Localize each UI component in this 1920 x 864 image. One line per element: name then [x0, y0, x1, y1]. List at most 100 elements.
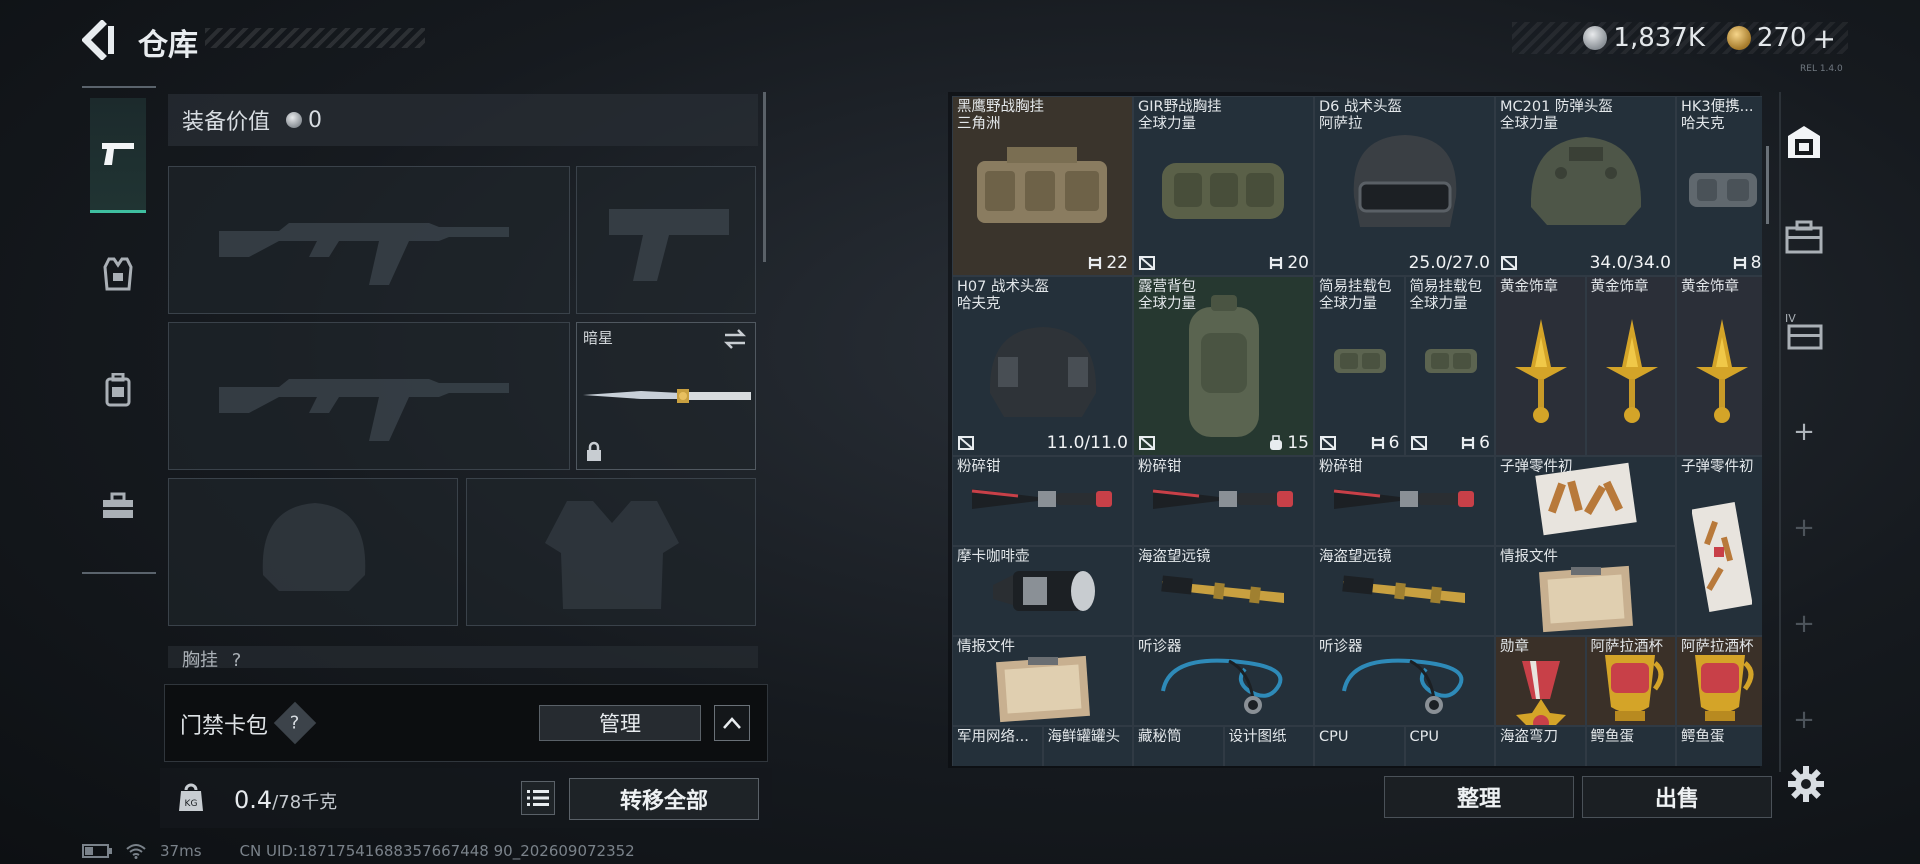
stash-item[interactable]: D6 战术头盔 阿萨拉 25.0/27.0: [1314, 96, 1495, 276]
loadout-scrollbar[interactable]: [763, 92, 766, 262]
item-stat: 6: [1371, 433, 1400, 453]
item-faction: 阿萨拉: [1319, 116, 1363, 132]
list-view-button[interactable]: [521, 781, 555, 815]
sort-button[interactable]: 整理: [1384, 776, 1574, 818]
tab-armor[interactable]: [90, 218, 146, 330]
chest-rig-help: ?: [231, 650, 242, 668]
item-faction: 全球力量: [1138, 296, 1196, 312]
stash-item[interactable]: 藏秘筒: [1133, 726, 1224, 766]
tab-case[interactable]: [1776, 206, 1832, 266]
stash-item[interactable]: 粉碎钳: [952, 456, 1133, 546]
transfer-all-button[interactable]: 转移全部: [569, 778, 759, 820]
item-stat: 6: [1461, 433, 1490, 453]
item-name: CPU: [1409, 729, 1439, 745]
equipment-value-bar: 装备价值 0: [168, 94, 758, 146]
expand-button[interactable]: [714, 705, 750, 741]
stash-item[interactable]: 子弹零件初: [1676, 456, 1762, 636]
stash-item[interactable]: 情报文件: [1495, 546, 1676, 636]
body-armor-slot[interactable]: [466, 478, 756, 626]
item-faction: 全球力量: [1319, 296, 1377, 312]
primary-weapon-slot[interactable]: [168, 166, 570, 314]
helmet-slot[interactable]: [168, 478, 458, 626]
stash-item[interactable]: 粉碎钳: [1314, 456, 1495, 546]
item-name: 听诊器: [1138, 639, 1182, 655]
tab-weapons[interactable]: [90, 98, 146, 213]
stash-item[interactable]: 听诊器: [1314, 636, 1495, 726]
stash-item[interactable]: 勋章: [1495, 636, 1586, 726]
stash-item[interactable]: 海鲜罐罐头: [1042, 726, 1133, 766]
tab-backpack[interactable]: [90, 334, 146, 446]
melee-slot[interactable]: 暗星: [576, 322, 756, 470]
add-currency-icon[interactable]: +: [1813, 22, 1836, 55]
item-stat-value: 6: [1388, 433, 1400, 453]
add-slot-plus-icon-3[interactable]: +: [1776, 594, 1832, 654]
item-name: 藏秘筒: [1138, 729, 1182, 745]
equip-value: 0: [308, 107, 323, 133]
item-name: D6 战术头盔: [1319, 99, 1402, 115]
mokapot-image: [983, 555, 1103, 629]
manage-button[interactable]: 管理: [539, 705, 701, 741]
stash-item[interactable]: HK3便携... 哈夫克 8: [1676, 96, 1762, 276]
stash-item[interactable]: H07 战术头盔 哈夫克 11.0/11.0: [952, 276, 1133, 456]
stash-item[interactable]: 简易挂载包 全球力量 6: [1404, 276, 1495, 456]
add-slot-plus-icon-2[interactable]: +: [1776, 498, 1832, 558]
silver-currency[interactable]: 1,837K: [1583, 23, 1705, 53]
stash-item[interactable]: 露营背包 全球力量 15: [1133, 276, 1314, 456]
vest-silhouette-icon: [545, 501, 679, 609]
item-stat: 34.0/34.0: [1590, 253, 1671, 273]
stash-item[interactable]: 鳄鱼蛋: [1585, 726, 1676, 766]
stash-item[interactable]: 设计图纸: [1223, 726, 1314, 766]
settings-gear-icon[interactable]: [1786, 764, 1826, 804]
stash-item[interactable]: 军用网络...: [952, 726, 1043, 766]
tab-iv-case[interactable]: IV: [1776, 300, 1832, 360]
pistol-slot[interactable]: [576, 166, 756, 314]
stash-item[interactable]: 黄金饰章: [1495, 276, 1586, 456]
tab-safe-box[interactable]: [1776, 112, 1832, 172]
stash-item[interactable]: 黄金饰章: [1585, 276, 1676, 456]
gold-currency[interactable]: 270 +: [1726, 22, 1836, 55]
cup-image: [1597, 647, 1667, 725]
chest-rig-slot[interactable]: 胸挂 ?: [168, 646, 758, 668]
back-arrow-icon[interactable]: [82, 20, 116, 60]
stash-item[interactable]: 摩卡咖啡壶: [952, 546, 1133, 636]
secondary-weapon-slot[interactable]: [168, 322, 570, 470]
toolbox-icon: [103, 492, 133, 518]
item-name: 黄金饰章: [1500, 279, 1558, 295]
armor-vest-icon: [103, 257, 133, 291]
stash-item[interactable]: 海盗望远镜: [1314, 546, 1495, 636]
stash-item[interactable]: 阿萨拉酒杯: [1585, 636, 1676, 726]
item-name: 子弹零件初: [1681, 459, 1754, 475]
stash-item[interactable]: 粉碎钳: [1133, 456, 1314, 546]
item-name: 黄金饰章: [1681, 279, 1739, 295]
stash-item[interactable]: 简易挂载包 全球力量 6: [1314, 276, 1405, 456]
rig-small-image: [1683, 157, 1762, 221]
help-glyph: ?: [290, 712, 300, 734]
item-faction: 全球力量: [1500, 116, 1558, 132]
case-icon: [1785, 220, 1823, 254]
medal-gold-image: [1511, 317, 1571, 431]
stash-item[interactable]: 黄金饰章: [1676, 276, 1762, 456]
stash-item[interactable]: 情报文件: [952, 636, 1133, 726]
stash-item[interactable]: 听诊器: [1133, 636, 1314, 726]
stash-item[interactable]: MC201 防弹头盔 全球力量 34.0/34.0: [1495, 96, 1676, 276]
sell-button[interactable]: 出售: [1582, 776, 1772, 818]
item-name: 海盗望远镜: [1138, 549, 1211, 565]
stash-item[interactable]: 黑鹰野战胸挂 三角洲 22: [952, 96, 1133, 276]
svg-text:IV: IV: [1785, 312, 1796, 325]
stash-item[interactable]: CPU: [1314, 726, 1405, 766]
stash-item[interactable]: 海盗弯刀: [1495, 726, 1586, 766]
stash-scrollbar[interactable]: [1766, 146, 1769, 224]
battery-icon: [82, 844, 112, 858]
stash-item[interactable]: 鳄鱼蛋: [1676, 726, 1762, 766]
stash-item[interactable]: 海盗望远镜: [1133, 546, 1314, 636]
add-slot-plus-icon-4[interactable]: +: [1776, 690, 1832, 750]
stash-item[interactable]: CPU: [1404, 726, 1495, 766]
add-slot-plus-icon[interactable]: +: [1776, 402, 1832, 462]
stash-item[interactable]: 子弹零件初: [1495, 456, 1676, 546]
stash-item[interactable]: GIR野战胸挂 全球力量 20: [1133, 96, 1314, 276]
stash-item[interactable]: 阿萨拉酒杯: [1676, 636, 1762, 726]
item-name: CPU: [1319, 729, 1349, 745]
swap-icon[interactable]: [723, 329, 747, 349]
tab-toolbox[interactable]: [90, 450, 146, 562]
item-stat-value: 22: [1106, 253, 1128, 273]
